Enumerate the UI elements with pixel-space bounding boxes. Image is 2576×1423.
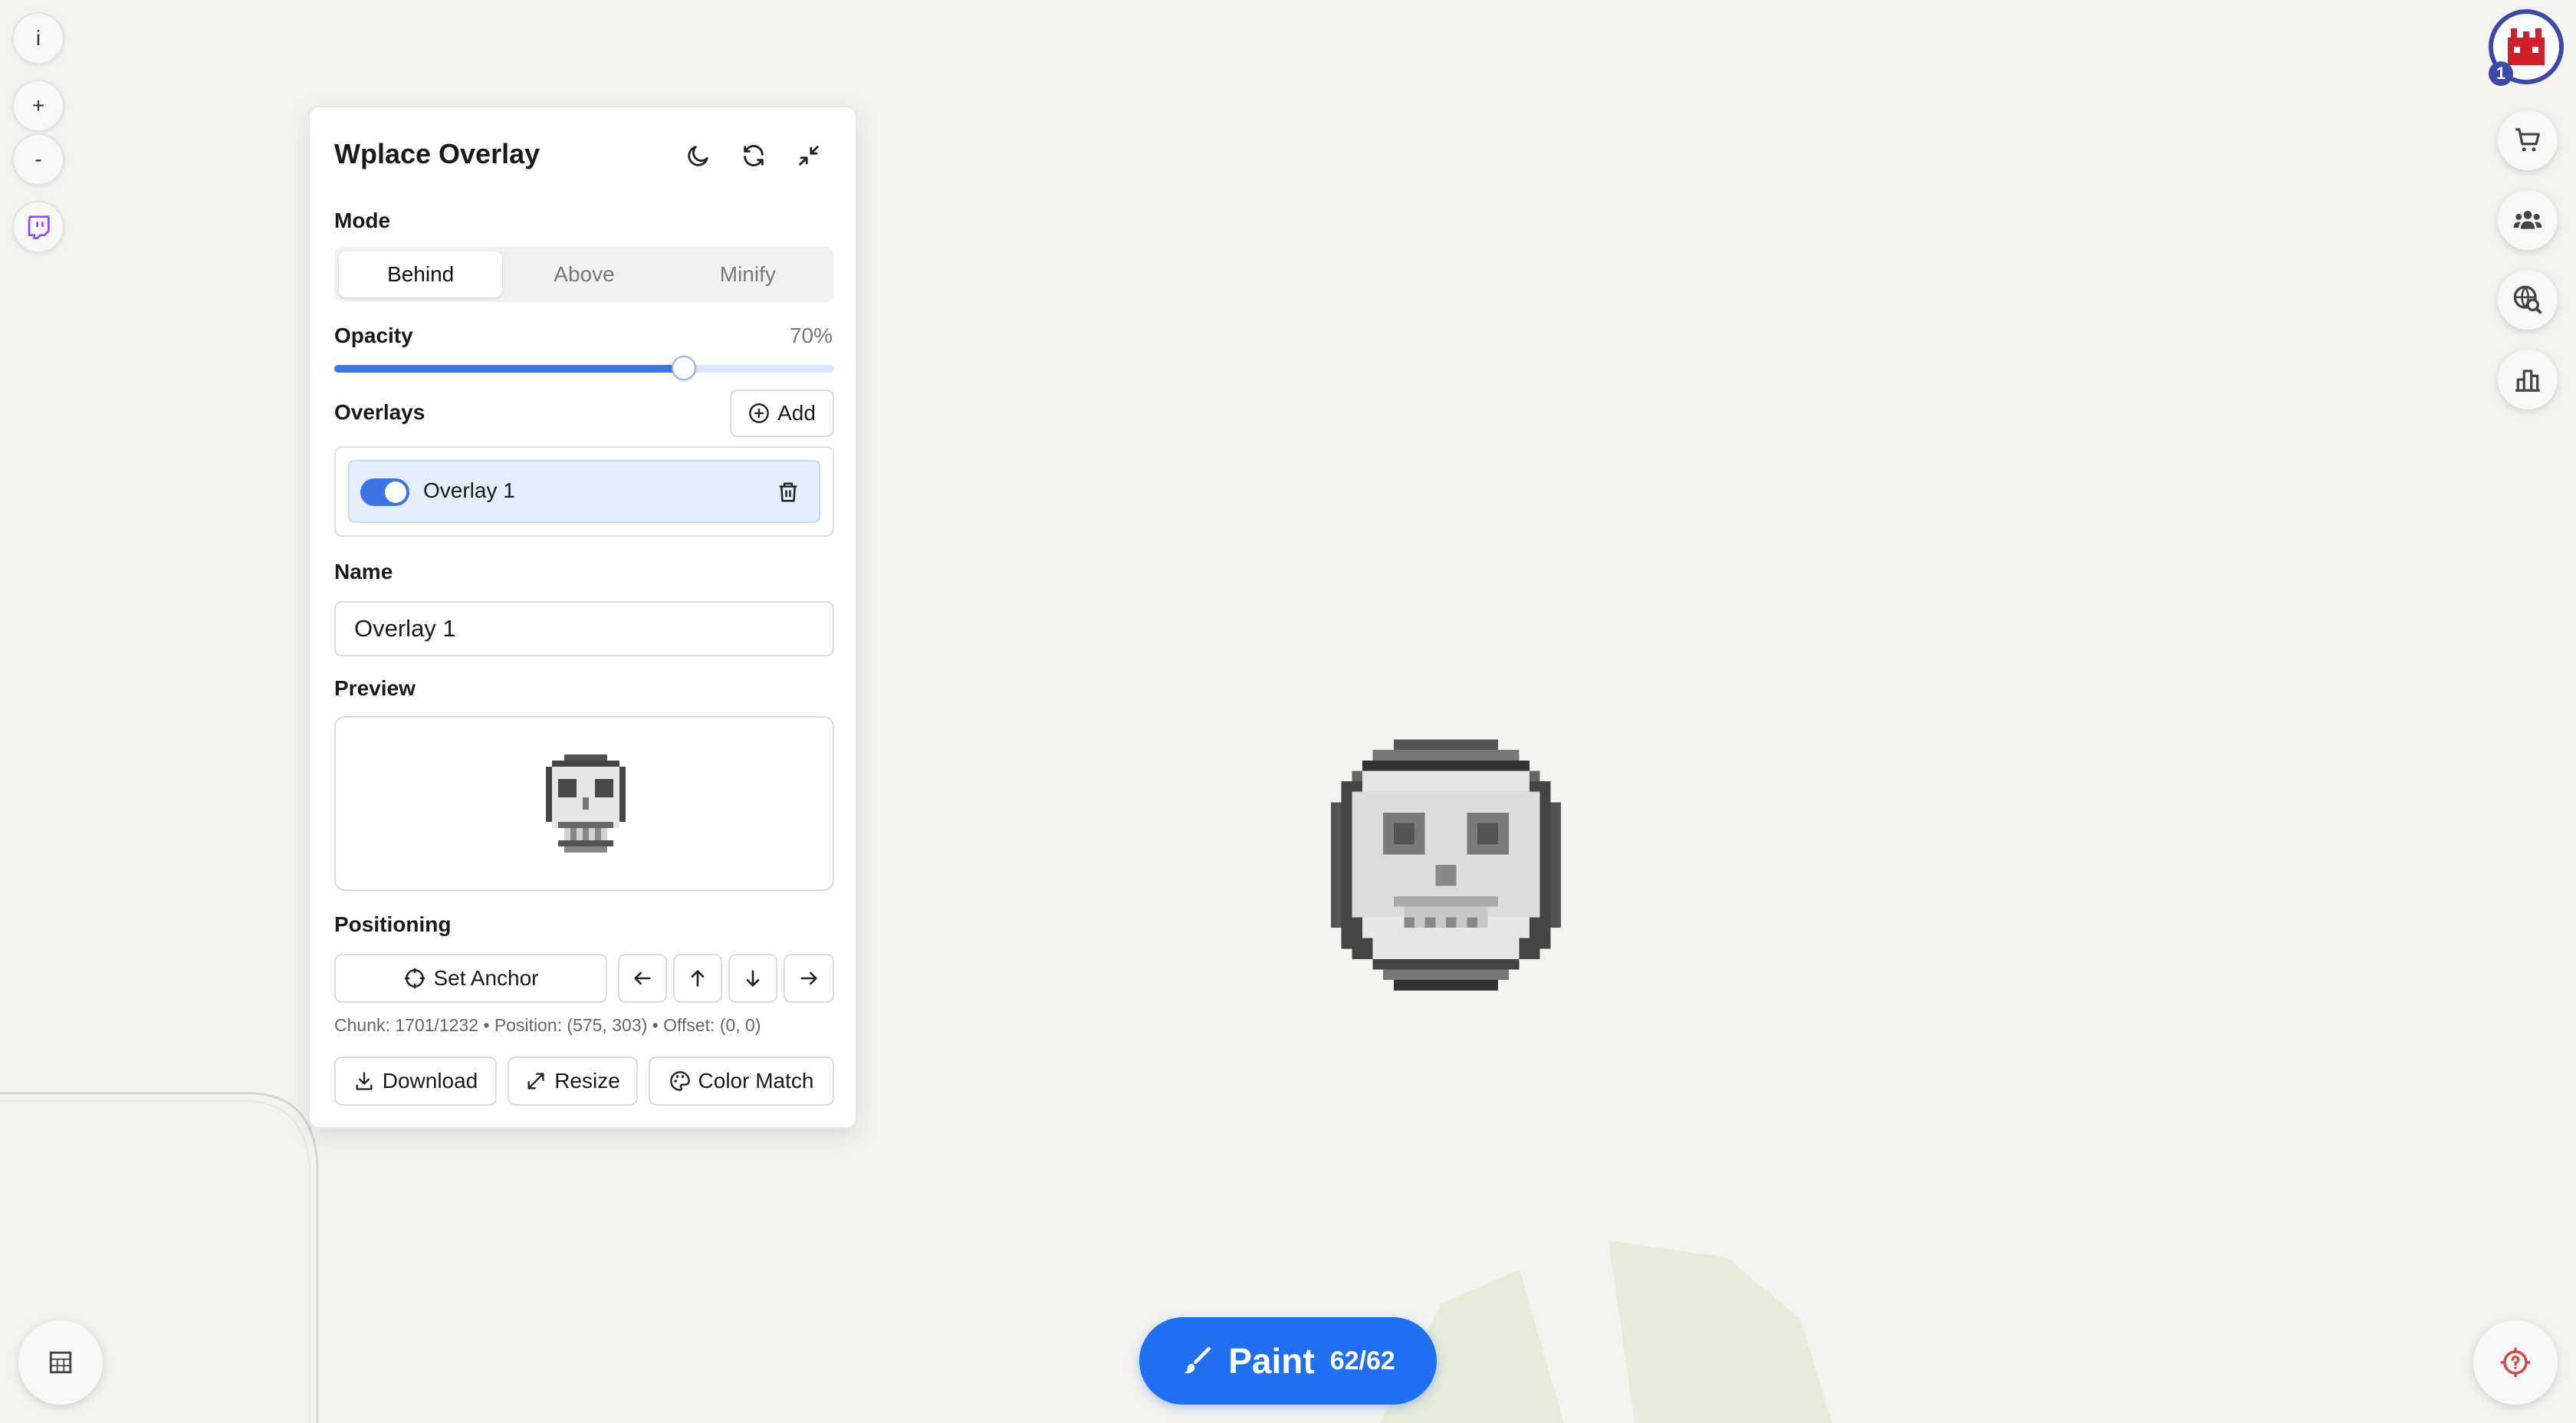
refresh-button[interactable] [736,138,771,173]
search-location-button[interactable] [2498,270,2558,330]
alliance-button[interactable] [2498,190,2558,250]
mode-label: Mode [334,209,391,232]
canvas-skull-overlay [1331,736,1561,1004]
overlay-name-input[interactable] [334,601,834,656]
twitch-icon [28,215,50,239]
search-globe-icon [2513,285,2542,314]
overlay-list: Overlay 1 [334,446,834,537]
mode-segmented-control: Behind Above Minify [334,247,834,302]
move-up-button[interactable] [673,954,722,1003]
zoom-in-label: + [31,94,45,117]
overlay-panel: Wplace Overlay Mode Behind Above Minify … [308,106,857,1129]
locate-help-icon [2500,1347,2531,1378]
move-left-button[interactable] [618,954,667,1003]
add-overlay-button[interactable]: Add [730,389,834,437]
twitch-button[interactable] [12,201,64,253]
paint-button[interactable]: Paint 62/62 [1139,1317,1437,1405]
color-match-label: Color Match [698,1069,814,1093]
mode-option-above[interactable]: Above [502,251,665,297]
resize-button[interactable]: Resize [508,1057,638,1106]
crosshair-icon [404,968,425,989]
opacity-label: Opacity [334,324,413,347]
arrow-right-icon [800,971,817,985]
set-anchor-label: Set Anchor [433,966,539,990]
add-overlay-label: Add [777,401,816,425]
opacity-value: 70% [789,324,833,347]
preview-image [546,754,626,853]
set-anchor-button[interactable]: Set Anchor [334,954,607,1003]
list-item[interactable]: Overlay 1 [348,460,820,523]
toggle-knob [385,481,406,503]
collapse-icon [799,146,819,166]
trash-icon [779,482,797,502]
arrow-down-icon [746,970,760,987]
preview-box [334,716,834,891]
overlay-enable-toggle[interactable] [360,478,409,506]
theme-toggle-button[interactable] [681,138,716,173]
collapse-button[interactable] [791,138,826,173]
overlays-label: Overlays [334,400,426,424]
zoom-out-button[interactable]: - [12,133,64,186]
pattern-grid-icon [49,1351,72,1374]
download-icon [356,1072,373,1090]
opacity-slider-fill [334,365,685,373]
zoom-in-button[interactable]: + [12,80,64,132]
info-label: i [35,26,41,50]
locate-button[interactable] [2473,1320,2558,1405]
zoom-out-label: - [34,147,42,171]
opacity-slider[interactable] [334,356,834,380]
moon-icon [688,146,708,166]
download-label: Download [382,1069,478,1093]
download-button[interactable]: Download [334,1057,497,1106]
shop-button[interactable] [2498,110,2558,170]
plus-circle-icon [749,403,769,423]
info-button[interactable]: i [12,12,64,64]
arrow-left-icon [634,971,651,985]
skull-preview-icon [546,754,626,853]
palette-icon [669,1071,690,1091]
paint-count: 62/62 [1329,1346,1395,1375]
name-label: Name [334,560,393,583]
paint-label: Paint [1228,1341,1315,1381]
mode-option-behind[interactable]: Behind [339,251,503,297]
panel-title: Wplace Overlay [334,138,540,169]
refresh-icon [744,145,764,166]
positioning-label: Positioning [334,912,452,936]
opacity-slider-thumb[interactable] [672,356,697,380]
preview-label: Preview [334,676,416,700]
leaderboard-button[interactable] [2498,350,2558,409]
notification-badge: 1 [2489,61,2513,86]
skull-pixel-art [1331,739,1561,991]
move-right-button[interactable] [784,954,834,1003]
map-layer-button[interactable] [18,1320,103,1405]
delete-overlay-button[interactable] [774,478,802,506]
arrow-up-icon [691,970,705,987]
cart-icon [2515,128,2540,152]
color-match-button[interactable]: Color Match [649,1057,834,1106]
resize-label: Resize [554,1069,620,1093]
mode-option-minify[interactable]: Minify [666,251,830,297]
avatar-icon [2508,28,2545,65]
move-down-button[interactable] [728,954,777,1003]
position-info: Chunk: 1701/1232 • Position: (575, 303) … [334,1015,761,1035]
overlay-item-name: Overlay 1 [423,478,515,502]
leaderboard-icon [2515,370,2540,392]
expand-icon [527,1073,544,1089]
group-icon [2513,211,2542,229]
brush-icon [1184,1346,1211,1374]
